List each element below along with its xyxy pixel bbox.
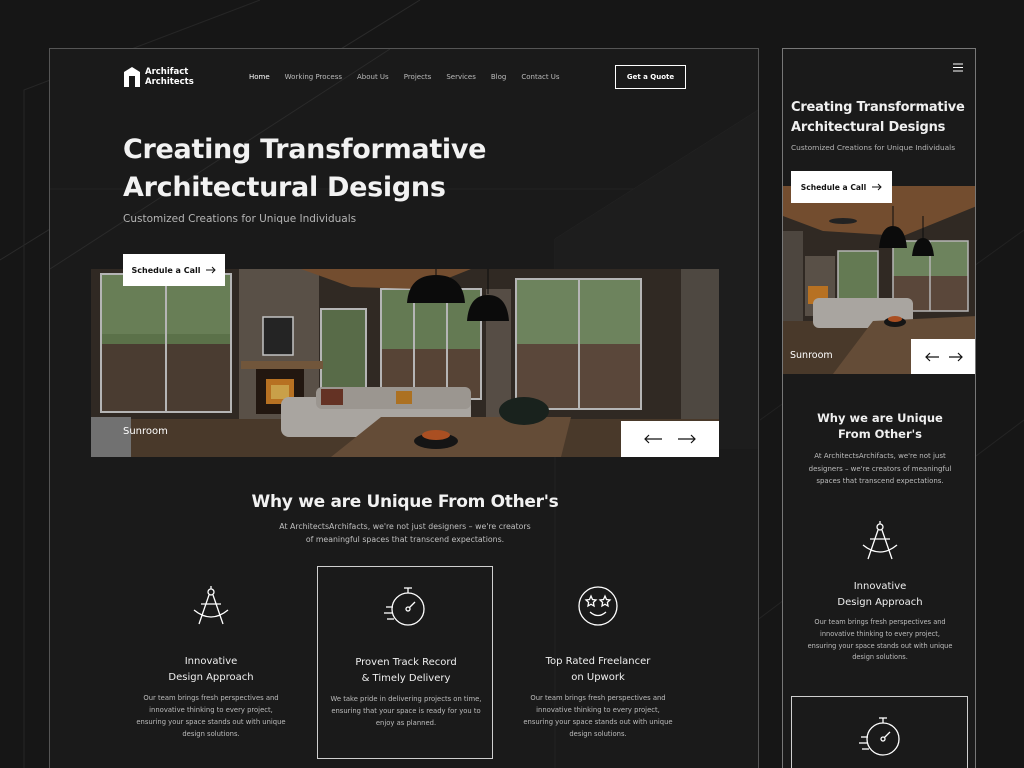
mobile-why-description: At ArchitectsArchifacts, we're not just … [808,452,952,485]
hero-title-line2: Architectural Designs [123,172,446,203]
nav-about-us[interactable]: About Us [357,73,389,81]
arrow-left-icon[interactable] [644,434,662,444]
mobile-why-title: Why we are Unique From Other's [783,410,975,442]
feature-title-line1: Top Rated Freelancer [545,656,651,667]
star-eyes-smiley-icon [578,586,618,626]
schedule-call-label: Schedule a Call [131,265,201,275]
hamburger-menu-icon[interactable] [953,63,963,72]
stopwatch-icon [384,587,425,626]
mobile-why-title-line1: Why we are Unique [817,411,943,425]
feature-title-line2: Design Approach [168,672,254,683]
compass-icon [862,521,898,560]
mobile-feature-title-line1: Innovative [853,581,907,592]
hero-title: Creating Transformative Architectural De… [123,131,543,207]
why-description: At ArchitectsArchifacts, we're not just … [279,522,531,544]
feature-title: Innovative Design Approach [123,654,299,686]
nav-blog[interactable]: Blog [491,73,506,81]
mobile-feature-card-track-record [791,696,968,768]
feature-title-line1: Innovative [184,656,238,667]
mobile-why-title-line2: From Other's [838,427,922,441]
mobile-hero-image-sunroom: Sunroom [783,186,975,374]
stopwatch-icon [858,717,900,756]
brand-name-line1: Archifact [145,67,189,77]
feature-title-line2: & Timely Delivery [361,673,451,684]
mobile-feature-title: Innovative Design Approach [783,579,975,611]
mobile-image-caption: Sunroom [790,350,833,361]
arrow-right-icon [872,183,882,191]
mobile-carousel-controls [911,339,975,374]
arrow-right-icon [206,266,217,274]
feature-card-innovative: Innovative Design Approach Our team brin… [123,566,299,759]
hero-title-line1: Creating Transformative [123,134,487,165]
mobile-hero-title-line2: Architectural Designs [791,120,946,135]
nav-contact-us[interactable]: Contact Us [521,73,559,81]
mobile-schedule-call-label: Schedule a Call [800,182,867,192]
nav-services[interactable]: Services [446,73,476,81]
feature-description: We take pride in delivering projects on … [330,695,482,727]
feature-card-top-rated: Top Rated Freelancer on Upwork Our team … [510,566,686,759]
brand-name-line2: Architects [145,77,194,87]
hero-image-sunroom: Sunroom [91,269,719,457]
compass-icon [193,586,229,625]
mobile-schedule-call-button[interactable]: Schedule a Call [791,171,892,203]
nav-home[interactable]: Home [249,73,270,81]
feature-description: Our team brings fresh perspectives and i… [523,694,673,738]
mobile-hero-title: Creating Transformative Architectural De… [791,98,971,138]
brand-logo[interactable]: Archifact Architects [123,66,194,88]
feature-title-line2: on Upwork [571,672,625,683]
why-title: Why we are Unique From Other's [251,492,559,512]
feature-title-line1: Proven Track Record [355,657,457,668]
arrow-right-icon[interactable] [678,434,696,444]
arrow-right-icon[interactable] [949,352,963,362]
mobile-feature-description: Our team brings fresh perspectives and i… [807,618,953,662]
image-caption: Sunroom [123,426,168,437]
main-nav: Home Working Process About Us Projects S… [249,73,575,81]
carousel-controls [621,421,719,457]
mobile-feature-title-line2: Design Approach [837,597,923,608]
feature-card-track-record: Proven Track Record & Timely Delivery We… [317,566,493,759]
feature-description: Our team brings fresh perspectives and i… [136,694,286,738]
mobile-feature-icon-wrap [783,519,975,563]
mobile-hero-subtitle: Customized Creations for Unique Individu… [791,143,956,152]
mobile-preview: Creating Transformative Architectural De… [782,48,976,768]
mobile-hero-title-line1: Creating Transformative [791,100,965,115]
logo-mark-icon [124,67,140,87]
feature-title: Top Rated Freelancer on Upwork [510,654,686,686]
hero-subtitle: Customized Creations for Unique Individu… [123,213,357,225]
arrow-left-icon[interactable] [925,352,939,362]
desktop-preview: Archifact Architects Home Working Proces… [49,48,759,768]
feature-title: Proven Track Record & Timely Delivery [318,655,494,687]
brand-name: Archifact Architects [145,67,194,87]
schedule-call-button[interactable]: Schedule a Call [123,254,225,286]
get-quote-button[interactable]: Get a Quote [615,65,686,89]
nav-projects[interactable]: Projects [404,73,432,81]
nav-working-process[interactable]: Working Process [285,73,342,81]
